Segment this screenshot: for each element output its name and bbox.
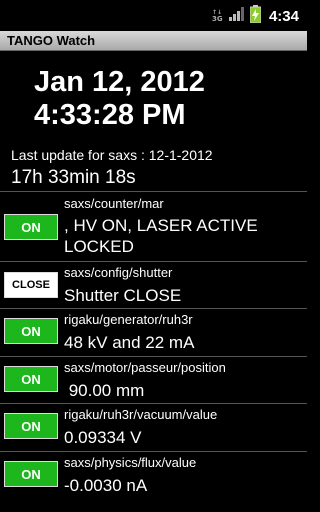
state-button-on[interactable]: ON — [4, 366, 58, 392]
attribute-row-flux: ON saxs/physics/flux/value -0.0030 nA — [0, 451, 307, 512]
last-update-label: Last update for saxs : 12-1-2012 — [11, 147, 213, 163]
attribute-path: saxs/config/shutter — [64, 265, 173, 280]
attribute-value: Shutter CLOSE — [64, 286, 182, 305]
attribute-path: saxs/counter/mar — [64, 196, 164, 211]
attribute-value: 0.09334 V — [64, 428, 142, 447]
attribute-path: saxs/physics/flux/value — [64, 455, 197, 470]
network-label: 3G — [211, 15, 223, 23]
state-button-on[interactable]: ON — [4, 214, 58, 240]
attribute-row-vacuum: ON rigaku/ruh3r/vacuum/value 0.09334 V — [0, 403, 307, 451]
app-title-bar: TANGO Watch — [0, 31, 307, 51]
attribute-path: rigaku/generator/ruh3r — [64, 312, 193, 327]
state-button-on[interactable]: ON — [4, 318, 58, 344]
state-button-on[interactable]: ON — [4, 461, 58, 487]
current-date: Jan 12, 2012 — [34, 66, 205, 98]
signal-strength-icon — [228, 6, 244, 26]
state-button-close[interactable]: CLOSE — [4, 272, 58, 298]
attribute-path: rigaku/ruh3r/vacuum/value — [64, 407, 218, 422]
elapsed-time: 17h 33min 18s — [11, 167, 136, 188]
attribute-value: 48 kV and 22 mA — [64, 333, 195, 352]
attribute-value: , HV ON, LASER ACTIVE LOCKED — [64, 216, 258, 256]
attribute-path: saxs/motor/passeur/position — [64, 360, 226, 375]
attribute-value: 90.00 mm — [64, 381, 145, 400]
app-title: TANGO Watch — [7, 33, 96, 48]
attribute-row-generator: ON rigaku/generator/ruh3r 48 kV and 22 m… — [0, 308, 307, 356]
attribute-row-position: ON saxs/motor/passeur/position 90.00 mm — [0, 356, 307, 403]
status-bar: ↑↓ 3G 4:34 — [0, 0, 307, 31]
attribute-value: -0.0030 nA — [64, 476, 148, 495]
status-icons: ↑↓ 3G 4:34 — [211, 5, 299, 27]
status-clock: 4:34 — [268, 7, 299, 25]
attribute-row-shutter: CLOSE saxs/config/shutter Shutter CLOSE — [0, 261, 307, 308]
state-button-on[interactable]: ON — [4, 413, 58, 439]
attribute-row-counter: ON saxs/counter/mar , HV ON, LASER ACTIV… — [0, 191, 307, 261]
current-time: 4:33:28 PM — [34, 99, 186, 131]
3g-data-icon: ↑↓ 3G — [211, 9, 223, 23]
battery-charging-icon — [249, 5, 262, 27]
